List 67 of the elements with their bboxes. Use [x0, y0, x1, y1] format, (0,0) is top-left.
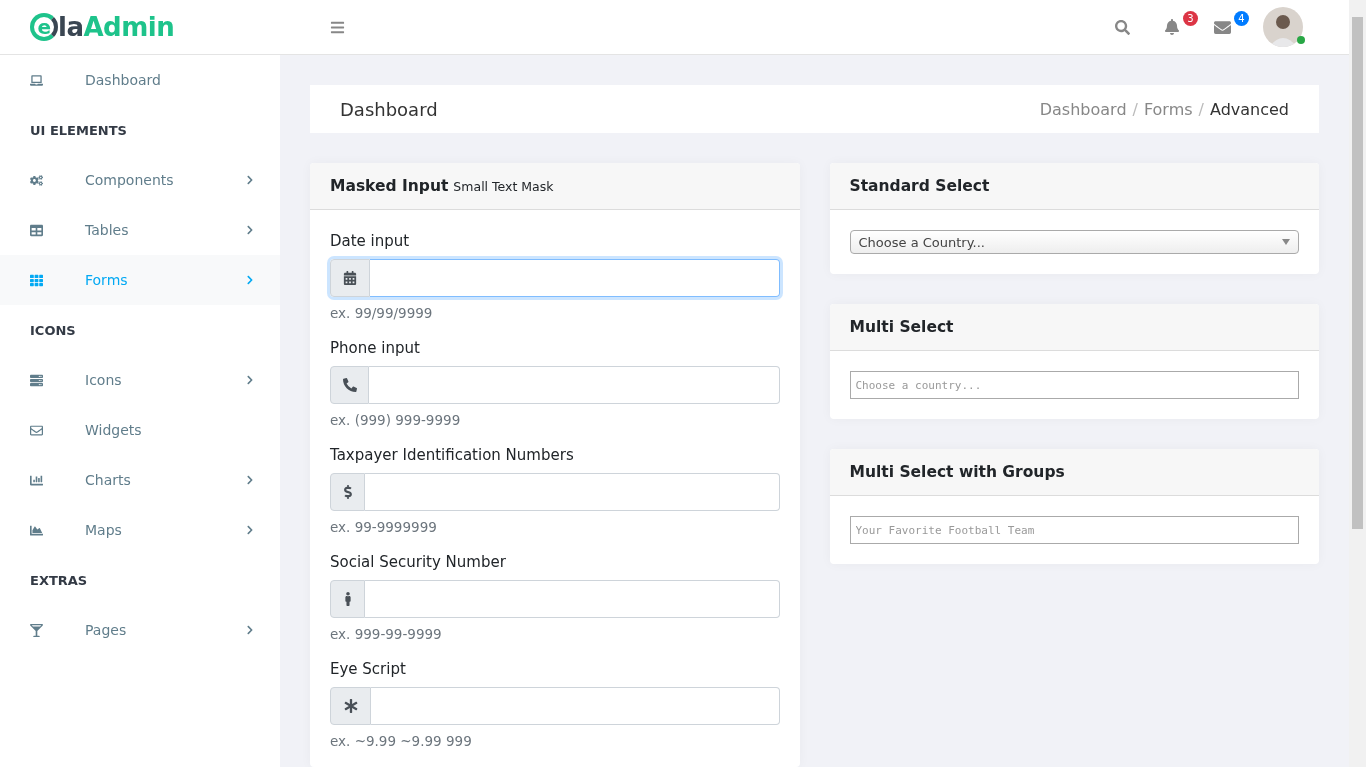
chevron-icon	[245, 525, 255, 535]
sidebar-item[interactable]: Dashboard	[0, 55, 280, 105]
breadcrumb-item[interactable]: Advanced	[1209, 99, 1289, 119]
input-field[interactable]	[365, 473, 780, 511]
gears-icon	[30, 173, 43, 187]
laptop-icon	[30, 73, 43, 87]
notification-count: 3	[1183, 11, 1198, 26]
user-avatar[interactable]	[1263, 7, 1303, 47]
field-hint: ex. 99-9999999	[330, 519, 438, 535]
asterisk-icon	[343, 699, 358, 713]
sidebar-item[interactable]: Charts	[0, 455, 280, 505]
chevron-icon	[245, 175, 255, 185]
field-hint: ex. 999-99-9999	[330, 626, 443, 642]
input-field[interactable]	[371, 687, 780, 725]
calendar-icon	[343, 271, 357, 285]
sidebar-item[interactable]: Components	[0, 155, 280, 205]
bar-chart-icon	[30, 473, 43, 487]
card-subtitle: Small Text Mask	[453, 179, 554, 194]
sidebar-heading: ICONS	[29, 321, 77, 340]
sidebar-item[interactable]: Tables	[0, 205, 280, 255]
glass-icon	[30, 623, 43, 637]
breadcrumb-item[interactable]: Forms	[1143, 99, 1193, 119]
sidebar-item[interactable]: Widgets	[0, 405, 280, 455]
scrollbar[interactable]	[1349, 0, 1366, 767]
envelope-icon	[30, 423, 43, 437]
select-field[interactable]: Choose a Country...	[849, 230, 1299, 254]
breadcrumb-separator: /	[1132, 99, 1138, 119]
sidebar-item[interactable]: Pages	[0, 605, 280, 655]
breadcrumb-separator: /	[1198, 99, 1204, 119]
card-title: Masked Input	[330, 177, 449, 195]
field-label: Phone input	[330, 339, 421, 357]
field-hint: ex. ~9.99 ~9.99 999	[330, 733, 473, 749]
list-icon	[30, 373, 43, 387]
breadcrumb-item[interactable]: Dashboard	[1039, 99, 1127, 119]
caret-icon	[1282, 239, 1290, 245]
page-title: Dashboard	[340, 98, 439, 120]
card-title: Standard Select	[849, 177, 990, 195]
card-title: Multi Select with Groups	[849, 463, 1065, 481]
multi-select-field[interactable]: Choose a country...	[849, 371, 1299, 399]
phone-icon	[342, 378, 357, 392]
chevron-icon	[245, 475, 255, 485]
sidebar-heading: EXTRAS	[29, 571, 89, 590]
sidebar-item[interactable]: Icons	[0, 355, 280, 405]
status-dot	[1297, 36, 1305, 44]
input-field[interactable]	[370, 259, 780, 297]
chevron-icon	[245, 375, 255, 385]
field-hint: ex. (999) 999-9999	[330, 412, 462, 428]
field-label: Date input	[330, 232, 411, 250]
field-label: Taxpayer Identification Numbers	[330, 446, 575, 464]
field-label: Eye Script	[330, 660, 407, 678]
chevron-icon	[245, 225, 255, 235]
input-field[interactable]	[365, 580, 780, 618]
chevron-icon	[245, 275, 255, 285]
area-chart-icon	[30, 523, 43, 537]
sidebar-item[interactable]: Maps	[0, 505, 280, 555]
sidebar-item[interactable]: Forms	[0, 255, 280, 305]
field-label: Social Security Number	[330, 553, 507, 571]
field-hint: ex. 99/99/9999	[330, 305, 434, 321]
card-title: Multi Select	[849, 318, 954, 336]
message-count: 4	[1234, 10, 1249, 26]
grid-icon	[30, 273, 43, 287]
sidebar-heading: UI ELEMENTS	[29, 121, 128, 140]
logo[interactable]: e laAdmin	[30, 12, 175, 42]
chevron-icon	[245, 625, 255, 635]
multi-select-field[interactable]: Your Favorite Football Team	[849, 516, 1299, 544]
table-icon	[30, 223, 43, 237]
input-field[interactable]	[369, 366, 780, 404]
